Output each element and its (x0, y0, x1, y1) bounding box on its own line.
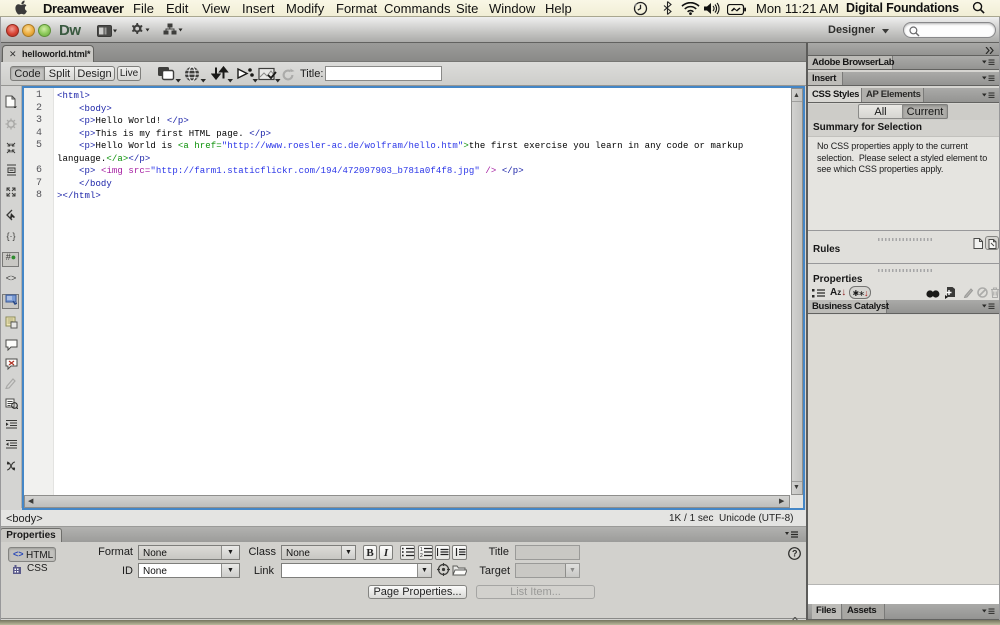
svg-text:2: 2 (420, 553, 423, 557)
svg-text:?: ? (792, 549, 798, 559)
